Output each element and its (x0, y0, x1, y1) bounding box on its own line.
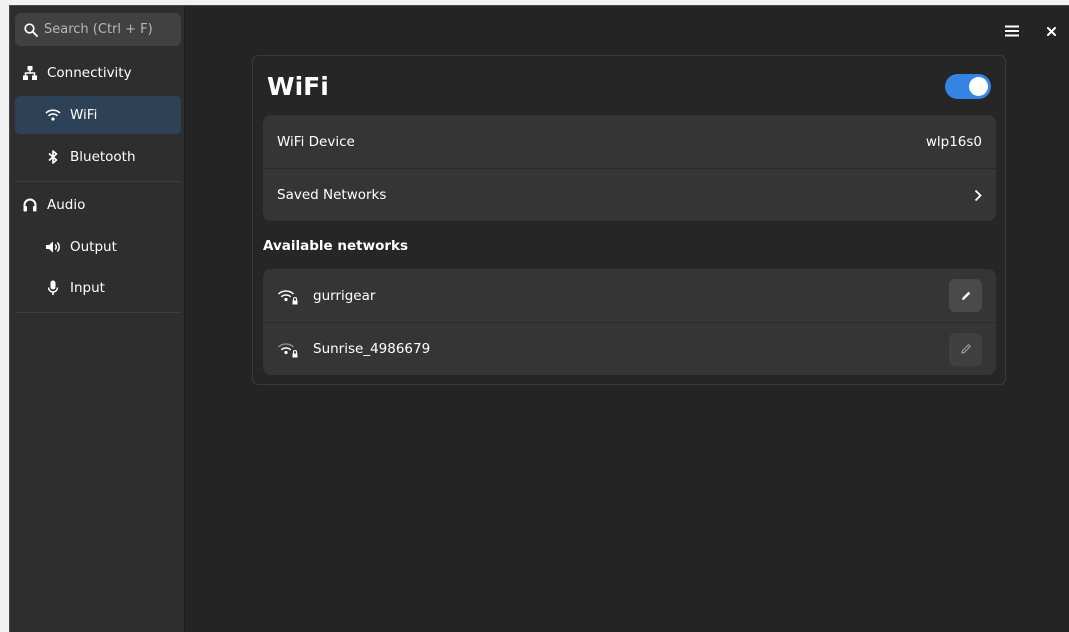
settings-window: Search (Ctrl + F) Connectivity WiFi Blue… (9, 5, 1069, 632)
headphones-icon (22, 197, 38, 213)
wifi-icon (45, 107, 61, 123)
sidebar-item-connectivity[interactable]: Connectivity (15, 54, 181, 92)
sidebar-divider (15, 312, 181, 313)
sidebar-item-input[interactable]: Input (15, 269, 181, 307)
wifi-weak-secured-icon (277, 339, 301, 359)
wifi-toggle[interactable] (945, 74, 991, 99)
pencil-icon (961, 291, 970, 300)
toggle-knob (969, 77, 988, 96)
sidebar: Search (Ctrl + F) Connectivity WiFi Blue… (10, 6, 185, 632)
sidebar-item-output[interactable]: Output (15, 228, 181, 266)
search-placeholder: Search (Ctrl + F) (44, 22, 153, 37)
bluetooth-icon (45, 149, 61, 165)
wifi-panel: WiFi WiFi Device wlp16s0 Saved Networks … (252, 55, 1006, 385)
sidebar-item-label: Bluetooth (70, 149, 136, 165)
network-ssid: gurrigear (313, 287, 376, 304)
sidebar-item-bluetooth[interactable]: Bluetooth (15, 138, 181, 176)
microphone-icon (45, 280, 61, 296)
sidebar-item-label: Audio (47, 197, 86, 213)
sidebar-item-label: Connectivity (47, 65, 132, 81)
chevron-right-icon (974, 189, 982, 202)
pencil-icon (960, 344, 971, 354)
menu-button[interactable] (1001, 20, 1023, 42)
networks-list: gurrigear Sunrise_4986679 (263, 269, 996, 375)
saved-networks-row[interactable]: Saved Networks (263, 168, 996, 221)
page-title: WiFi (267, 72, 329, 101)
available-networks-heading: Available networks (263, 238, 409, 254)
device-card: WiFi Device wlp16s0 Saved Networks (263, 115, 996, 221)
sidebar-item-audio[interactable]: Audio (15, 186, 181, 224)
network-row[interactable]: Sunrise_4986679 (263, 322, 996, 375)
hamburger-menu-icon (1005, 25, 1019, 37)
sidebar-item-label: Output (70, 239, 117, 255)
sidebar-item-wifi[interactable]: WiFi (15, 96, 181, 134)
sidebar-item-label: Input (70, 280, 105, 296)
wifi-device-value: wlp16s0 (925, 133, 982, 150)
sidebar-item-label: WiFi (70, 107, 98, 123)
close-icon (1046, 26, 1056, 36)
saved-networks-label: Saved Networks (277, 187, 387, 203)
edit-network-button[interactable] (949, 279, 982, 312)
network-row[interactable]: gurrigear (263, 269, 996, 322)
wifi-secured-icon (277, 286, 301, 306)
speaker-icon (45, 239, 61, 255)
wifi-device-row: WiFi Device wlp16s0 (263, 115, 996, 168)
search-input[interactable]: Search (Ctrl + F) (15, 13, 181, 46)
network-ssid: Sunrise_4986679 (313, 341, 431, 357)
network-icon (22, 65, 38, 81)
edit-network-button[interactable] (949, 332, 982, 366)
close-button[interactable] (1040, 20, 1062, 42)
search-icon (24, 22, 38, 37)
sidebar-divider (15, 181, 181, 182)
wifi-device-label: WiFi Device (277, 133, 355, 150)
